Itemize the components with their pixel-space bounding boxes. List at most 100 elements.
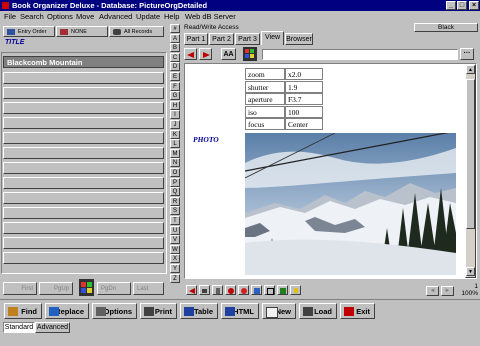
letter-index-item[interactable]: O (170, 168, 180, 177)
letter-index-item[interactable]: K (170, 129, 180, 139)
scroll-down-icon[interactable]: ▼ (466, 267, 475, 276)
letter-index-item[interactable]: U (170, 225, 180, 235)
list-item[interactable]: Blackcomb Mountain (3, 56, 164, 68)
stop-icon[interactable] (225, 285, 236, 295)
exit-button[interactable]: Exit (340, 303, 375, 319)
list-item[interactable] (3, 207, 164, 219)
options-button[interactable]: Options (92, 303, 137, 319)
scroll-thumb[interactable] (466, 79, 475, 229)
new-button[interactable]: New (262, 303, 296, 319)
image-icon[interactable] (251, 285, 262, 295)
font-size-icon[interactable]: AA (221, 48, 236, 60)
letter-index-item[interactable]: W (170, 244, 180, 254)
scroll-up-icon[interactable]: ▲ (466, 65, 475, 74)
forward-arrow-icon[interactable] (199, 48, 212, 60)
letter-index-item[interactable]: B (170, 43, 180, 53)
letter-index-item[interactable]: G (170, 91, 180, 101)
menu-options[interactable]: Options (47, 11, 73, 22)
letter-index-item[interactable]: F (170, 81, 180, 91)
pgdn-button[interactable]: PgDn (97, 282, 131, 295)
load-button[interactable]: Load (299, 303, 337, 319)
exif-value: x2.0 (285, 68, 323, 80)
tab-part-1[interactable]: Part 1 (184, 33, 208, 45)
layout-selector[interactable]: Black (414, 23, 478, 32)
letter-index-item[interactable]: D (170, 62, 180, 72)
tab-advanced[interactable]: Advanced (35, 322, 70, 333)
letter-index-item[interactable]: I (170, 110, 180, 120)
delete-icon[interactable] (212, 285, 223, 295)
lightbulb-icon[interactable] (290, 285, 301, 295)
menu-advanced[interactable]: Advanced (99, 11, 132, 22)
more-button[interactable]: ··· (460, 48, 474, 60)
letter-index-item[interactable]: # (170, 24, 180, 33)
letter-index-item[interactable]: T (170, 216, 180, 225)
first-button[interactable]: First (3, 282, 37, 295)
print-button[interactable]: Print (140, 303, 177, 319)
back-arrow-icon[interactable] (184, 48, 197, 60)
left-arrow-icon[interactable] (186, 285, 197, 295)
refresh-icon[interactable] (238, 285, 249, 295)
tab-standard[interactable]: Standard (3, 322, 35, 333)
letter-index-item[interactable]: M (170, 148, 180, 158)
menu-move[interactable]: Move (76, 11, 94, 22)
tab-part-2[interactable]: Part 2 (209, 33, 234, 45)
letter-index-item[interactable]: E (170, 72, 180, 81)
list-item[interactable] (3, 222, 164, 234)
list-item[interactable] (3, 102, 164, 114)
web-icon[interactable] (277, 285, 288, 295)
letter-index-item[interactable]: J (170, 120, 180, 129)
list-item[interactable] (3, 252, 164, 264)
replace-button[interactable]: Replace (45, 303, 89, 319)
list-item[interactable] (3, 192, 164, 204)
exif-value: 1.9 (285, 80, 323, 93)
list-item[interactable] (3, 237, 164, 249)
letter-index-item[interactable]: Q (170, 187, 180, 197)
vertical-scrollbar[interactable]: ▲ ▼ (465, 64, 476, 278)
letter-index-item[interactable]: H (170, 100, 180, 110)
print-icon[interactable] (199, 285, 210, 295)
tab-browser[interactable]: Browser (285, 33, 313, 45)
prev-page-button[interactable]: ◄ (426, 286, 439, 296)
find-button[interactable]: Find (4, 303, 42, 319)
list-item[interactable] (3, 72, 164, 84)
menu-update[interactable]: Update (136, 11, 160, 22)
list-item[interactable] (3, 147, 164, 159)
list-item[interactable] (3, 117, 164, 129)
menu-web-db-server[interactable]: Web dB Server (185, 11, 236, 22)
letter-index-item[interactable]: Y (170, 264, 180, 273)
letter-index-item[interactable]: A (170, 33, 180, 43)
html-button[interactable]: HTML (221, 303, 259, 319)
tab-part-3[interactable]: Part 3 (235, 33, 260, 45)
all-records-button[interactable]: All Records (109, 26, 164, 37)
list-item[interactable] (3, 177, 164, 189)
list-item[interactable] (3, 87, 164, 99)
letter-index-item[interactable]: R (170, 196, 180, 206)
letter-index-item[interactable]: X (170, 254, 180, 264)
url-input[interactable] (262, 49, 458, 60)
last-button[interactable]: Last (133, 282, 164, 295)
letter-index-item[interactable]: L (170, 139, 180, 149)
menu-search[interactable]: Search (20, 11, 44, 22)
letter-index-item[interactable]: Z (170, 273, 180, 283)
letter-index-item[interactable]: S (170, 206, 180, 216)
none-button[interactable]: NONE (56, 26, 108, 37)
entry-order-button[interactable]: Entry Order (3, 26, 55, 37)
list-item[interactable] (3, 162, 164, 174)
frame-icon[interactable] (264, 285, 275, 295)
close-button[interactable]: × (469, 1, 479, 10)
color-wheel-icon[interactable] (79, 279, 94, 296)
pgup-button[interactable]: PgUp (39, 282, 73, 295)
menu-help[interactable]: Help (164, 11, 179, 22)
tab-view[interactable]: View (261, 31, 284, 45)
color-icon[interactable] (243, 47, 257, 61)
letter-index-item[interactable]: C (170, 52, 180, 62)
list-item[interactable] (3, 132, 164, 144)
table-button[interactable]: Table (180, 303, 218, 319)
letter-index-item[interactable]: P (170, 177, 180, 187)
next-page-button[interactable]: ► (441, 286, 454, 296)
menu-file[interactable]: File (4, 11, 16, 22)
minimize-button[interactable]: _ (446, 1, 456, 10)
letter-index-item[interactable]: V (170, 235, 180, 245)
maximize-button[interactable]: □ (457, 1, 467, 10)
letter-index-item[interactable]: N (170, 158, 180, 168)
